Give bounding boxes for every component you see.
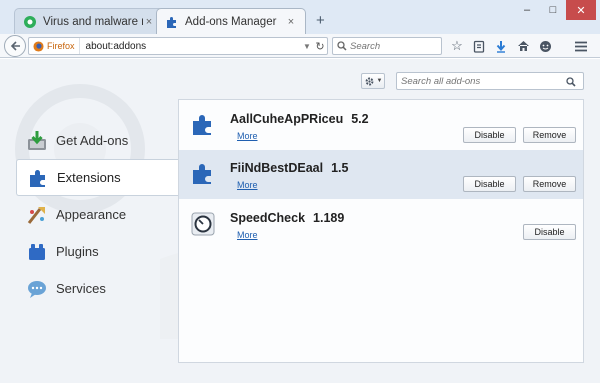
tab-label: Virus and malware removal... [43,15,143,28]
category-sidebar: Get Add-ons Extensions Appearance Plugin… [16,122,178,307]
tab-virus-removal[interactable]: Virus and malware removal... × [14,8,164,34]
tab-close-icon[interactable]: × [143,16,155,28]
site-favicon-icon [24,15,36,28]
chevron-down-icon: ▼ [376,78,383,84]
search-icon [337,41,347,51]
download-arrow-icon [496,40,506,53]
reload-icon[interactable]: ↻ [313,40,327,53]
url-text[interactable]: about:addons [80,41,301,52]
new-tab-button[interactable]: + [316,12,325,29]
remove-button[interactable]: Remove [523,127,576,143]
category-get-addons[interactable]: Get Add-ons [16,122,178,159]
tools-gear-button[interactable]: ▼ [361,73,385,89]
speedometer-icon [191,212,215,236]
smiley-bubble-icon [539,40,551,52]
lego-brick-icon [29,243,45,260]
extension-name: FiiNdBestDEaal 1.5 [230,161,349,175]
hello-chat-icon[interactable] [536,37,554,55]
category-extensions[interactable]: Extensions [16,159,178,196]
url-bar[interactable]: Firefox about:addons ▼ ↻ [28,37,328,55]
extension-name: AallCuheApPRiceu 5.2 [230,112,369,126]
tab-close-icon[interactable]: × [285,16,297,28]
tab-label: Add-ons Manager [185,15,277,28]
navigation-toolbar: Firefox about:addons ▼ ↻ ☆ [0,34,600,58]
house-icon [517,41,529,51]
bookmarks-list-icon[interactable] [470,37,488,55]
web-search-bar[interactable] [332,37,442,55]
addons-manager-page: ▼ Get Add-ons Extensions [0,59,600,383]
firefox-logo-icon [33,40,44,52]
category-appearance[interactable]: Appearance [16,196,178,233]
puzzle-icon [167,16,176,28]
gear-icon [365,77,373,85]
clipboard-icon [473,40,485,53]
search-icon [566,77,576,87]
back-arrow-icon [10,41,20,51]
addons-search-box[interactable] [396,72,584,90]
disable-button[interactable]: Disable [463,127,516,143]
more-link[interactable]: More [237,180,258,190]
extension-item[interactable]: FiiNdBestDEaal 1.5 More Disable Remove [179,150,583,199]
extension-version: 5.2 [351,112,369,126]
category-label: Services [56,281,106,296]
extension-item[interactable]: AallCuheApPRiceu 5.2 More Disable Remove [179,101,583,150]
category-label: Plugins [56,244,99,259]
category-label: Get Add-ons [56,133,129,148]
close-window-button[interactable]: ✕ [566,0,596,20]
bookmark-star-icon[interactable]: ☆ [448,37,466,55]
chat-bubble-icon [28,280,46,298]
web-search-input[interactable] [350,40,435,52]
puzzle-icon [30,169,45,187]
home-icon[interactable] [514,37,532,55]
back-button[interactable] [4,35,26,57]
disable-button[interactable]: Disable [463,176,516,192]
puzzle-icon [193,115,211,135]
extension-name: SpeedCheck 1.189 [230,211,345,225]
download-box-icon [28,130,46,150]
addons-search-input[interactable] [401,75,561,87]
minimize-button[interactable]: – [514,0,540,20]
maximize-button[interactable]: □ [540,0,566,20]
extension-version: 1.5 [331,161,349,175]
more-link[interactable]: More [237,131,258,141]
category-plugins[interactable]: Plugins [16,233,178,270]
puzzle-icon [193,164,211,184]
tab-strip: Virus and malware removal... × Add-ons M… [0,0,600,34]
hamburger-icon [575,41,587,51]
remove-button[interactable]: Remove [523,176,576,192]
menu-hamburger-icon[interactable] [572,37,590,55]
extension-item[interactable]: SpeedCheck 1.189 More Disable [179,200,583,249]
extension-list: AallCuheApPRiceu 5.2 More Disable Remove … [178,99,584,363]
extension-version: 1.189 [313,211,345,225]
url-dropdown-icon[interactable]: ▼ [301,42,313,51]
more-link[interactable]: More [237,230,258,240]
disable-button[interactable]: Disable [523,224,576,240]
paintbrush-icon [27,206,45,224]
category-services[interactable]: Services [16,270,178,307]
identity-box[interactable]: Firefox [29,38,80,54]
identity-label: Firefox [47,41,75,51]
download-icon[interactable] [492,37,510,55]
category-label: Appearance [56,207,127,222]
tab-addons-manager[interactable]: Add-ons Manager × [156,8,306,34]
category-label: Extensions [57,170,121,185]
